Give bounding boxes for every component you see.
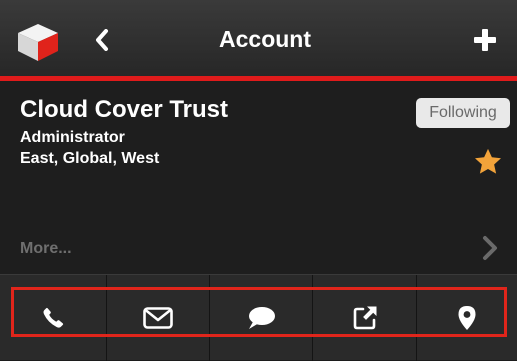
more-label: More... bbox=[20, 240, 72, 257]
message-button[interactable] bbox=[210, 275, 313, 361]
page-title: Account bbox=[219, 26, 311, 52]
open-external-button[interactable] bbox=[313, 275, 417, 361]
chat-bubble-icon bbox=[249, 307, 275, 329]
phone-icon bbox=[43, 307, 64, 328]
chevron-right-icon bbox=[480, 235, 500, 261]
account-regions: East, Global, West bbox=[20, 150, 160, 167]
account-details: Cloud Cover Trust Administrator East, Gl… bbox=[0, 81, 517, 274]
account-name: Cloud Cover Trust bbox=[20, 96, 229, 123]
external-link-icon bbox=[353, 306, 376, 330]
map-pin-icon bbox=[458, 306, 476, 330]
call-button[interactable] bbox=[0, 275, 107, 361]
add-button[interactable] bbox=[465, 20, 505, 60]
more-row[interactable]: More... bbox=[0, 227, 517, 271]
location-button[interactable] bbox=[417, 275, 517, 361]
following-button[interactable]: Following bbox=[416, 98, 510, 128]
back-button[interactable] bbox=[84, 20, 120, 60]
email-button[interactable] bbox=[107, 275, 210, 361]
account-role: Administrator bbox=[20, 129, 125, 146]
cube-logo-icon[interactable] bbox=[16, 22, 60, 62]
mail-icon bbox=[143, 307, 173, 329]
star-icon[interactable] bbox=[473, 147, 503, 177]
navigation-bar: Account bbox=[0, 0, 517, 76]
action-bar bbox=[0, 274, 517, 361]
chevron-left-icon bbox=[96, 29, 108, 51]
plus-icon bbox=[474, 29, 496, 51]
